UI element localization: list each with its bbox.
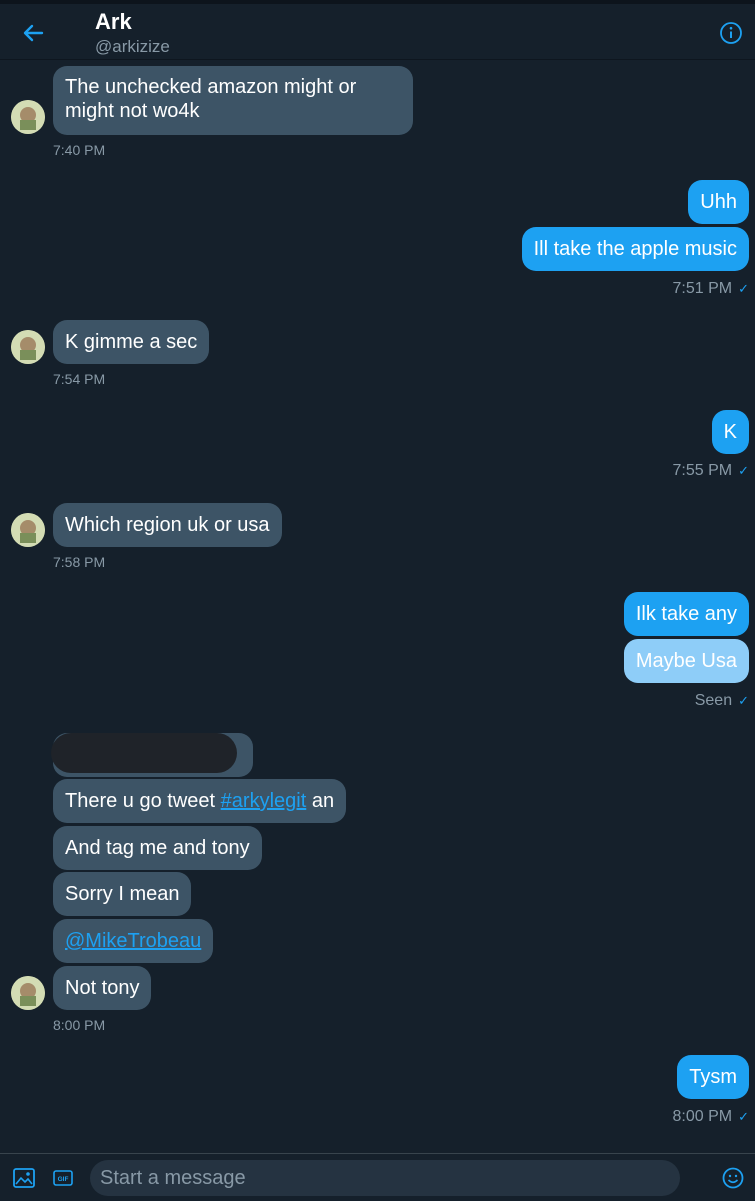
incoming-message[interactable]: Which region uk or usa [53, 503, 282, 547]
outgoing-message[interactable]: Tysm [677, 1055, 749, 1099]
message-input[interactable] [90, 1160, 680, 1196]
incoming-message[interactable]: @MikeTrobeau [53, 919, 214, 963]
timestamp-row: 7:55 PM ✓ [673, 462, 750, 480]
emoji-icon[interactable] [722, 1167, 744, 1189]
arrow-left-icon[interactable] [20, 20, 46, 46]
message-text: There u go tweet [65, 790, 221, 812]
avatar[interactable] [11, 976, 45, 1010]
timestamp-row: 8:00 PM ✓ [673, 1108, 750, 1126]
message-line: The unchecked amazon might or [65, 76, 357, 98]
gif-label: GIF [58, 1176, 69, 1183]
conversation-header: Ark @arkizize [0, 4, 755, 60]
timestamp: 7:58 PM [53, 554, 106, 570]
hashtag-link[interactable]: #arkylegit [221, 790, 307, 812]
timestamp: 7:40 PM [53, 142, 106, 158]
seen-status: Seen [694, 692, 733, 709]
checkmark-icon: ✓ [738, 1109, 749, 1124]
avatar[interactable] [11, 100, 45, 134]
incoming-message[interactable]: The unchecked amazon might or might not … [53, 66, 413, 135]
timestamp: 8:00 PM [672, 1108, 733, 1125]
outgoing-message[interactable]: Ilk take any [623, 592, 749, 636]
avatar[interactable] [11, 513, 45, 547]
gif-icon[interactable]: GIF [53, 1170, 73, 1186]
contact-handle[interactable]: @arkizize [95, 37, 170, 57]
checkmark-icon: ✓ [738, 281, 749, 296]
message-text: an [306, 790, 335, 812]
avatar[interactable] [11, 330, 45, 364]
outgoing-message[interactable]: Maybe Usa [623, 639, 749, 683]
avatar-image [11, 330, 45, 364]
timestamp: 7:54 PM [53, 371, 106, 387]
contact-name[interactable]: Ark [95, 9, 132, 35]
mention-link[interactable]: @MikeTrobeau [65, 930, 201, 952]
info-icon[interactable] [719, 21, 743, 45]
avatar-image [11, 100, 45, 134]
incoming-message[interactable]: And tag me and tony [53, 826, 262, 870]
checkmark-icon: ✓ [738, 463, 749, 478]
timestamp: 8:00 PM [53, 1017, 106, 1033]
outgoing-message[interactable]: K [711, 410, 749, 454]
outgoing-message[interactable]: Uhh [688, 180, 749, 224]
outgoing-message[interactable]: Ill take the apple music [521, 227, 749, 271]
avatar-image [11, 976, 45, 1010]
image-icon[interactable] [13, 1168, 35, 1188]
timestamp: 7:55 PM [672, 462, 733, 479]
incoming-message[interactable]: Not tony [53, 966, 152, 1010]
redaction-mark [51, 733, 237, 773]
incoming-message[interactable]: K gimme a sec [53, 320, 210, 364]
message-composer: GIF [0, 1153, 755, 1201]
avatar-image [11, 513, 45, 547]
incoming-message[interactable]: Sorry I mean [53, 872, 192, 916]
checkmark-icon: ✓ [738, 693, 749, 708]
message-line: might not wo4k [65, 100, 200, 122]
timestamp-row: 7:51 PM ✓ [673, 280, 750, 298]
seen-status-row: Seen ✓ [695, 692, 749, 710]
timestamp: 7:51 PM [672, 280, 733, 297]
incoming-message[interactable]: There u go tweet #arkylegit an [53, 779, 347, 823]
